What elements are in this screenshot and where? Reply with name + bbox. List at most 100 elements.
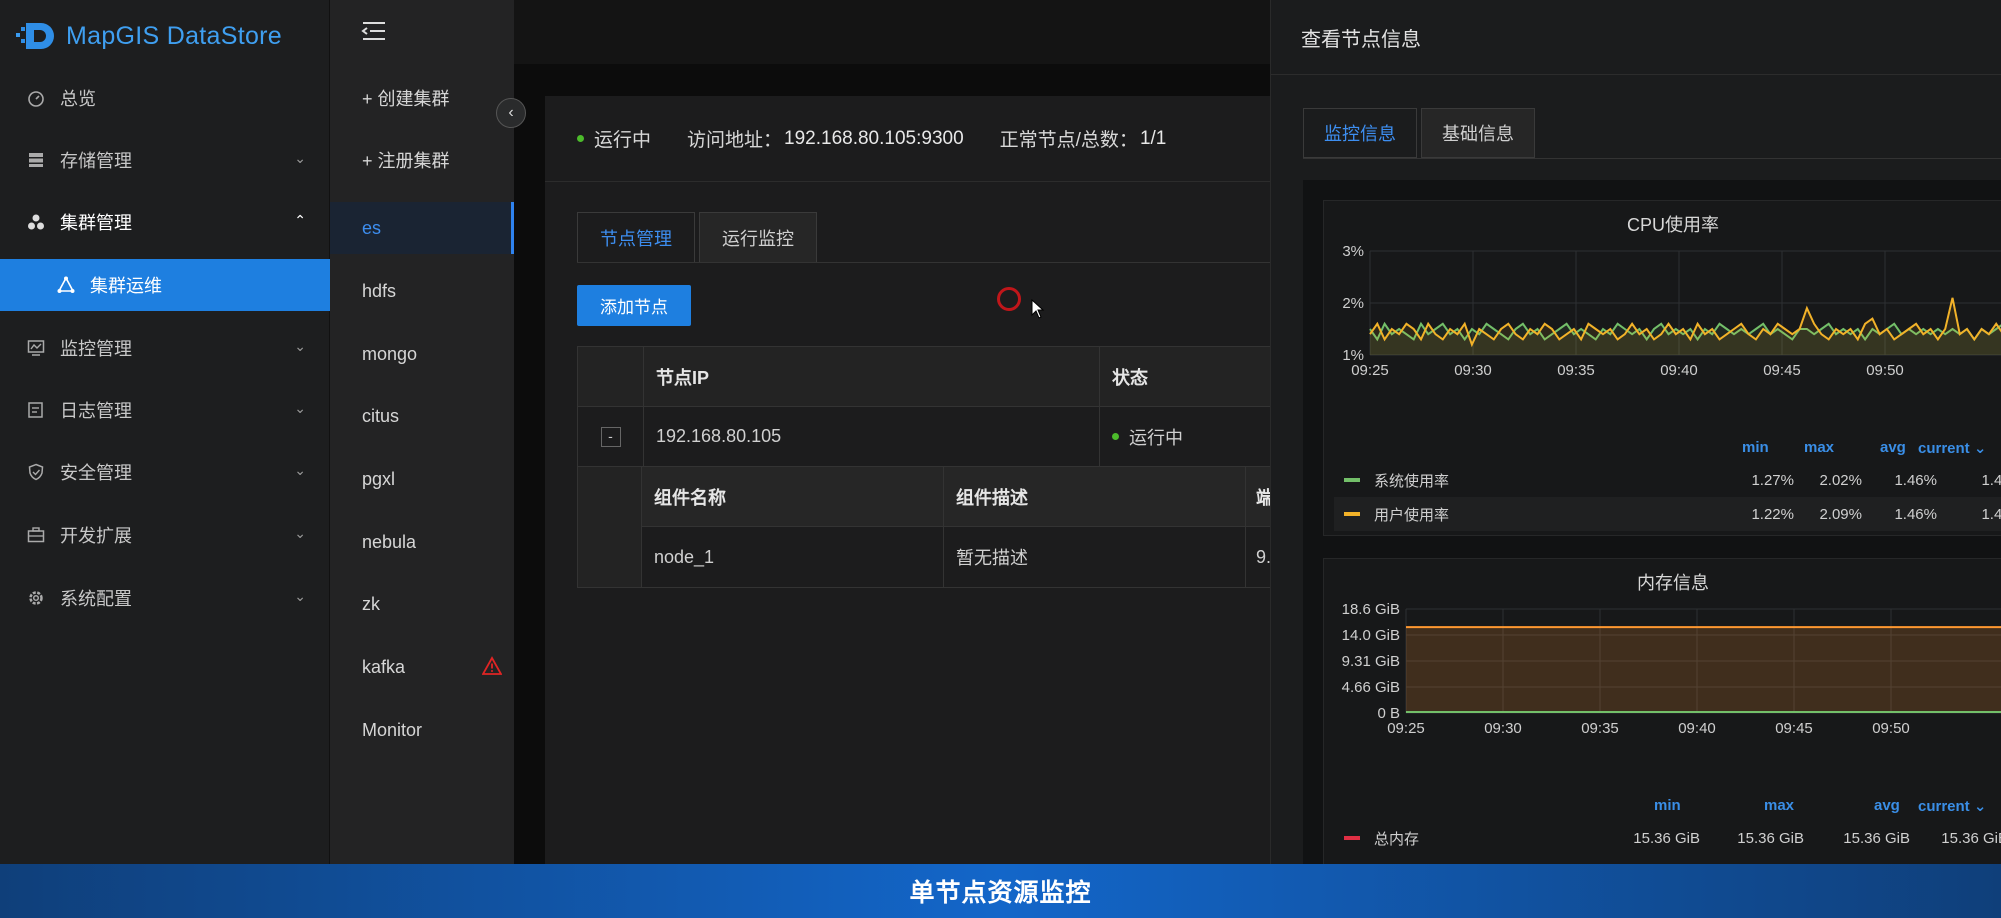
x-tick-label: 09:50 (1866, 362, 1904, 379)
video-caption: 单节点资源监控 (0, 864, 2001, 918)
tab-run-monitor[interactable]: 运行监控 (699, 212, 817, 262)
legend-swatch (1344, 836, 1360, 840)
gear-icon (26, 588, 46, 608)
legend-current: 1.40% (1981, 505, 2001, 523)
sidebar-item-log[interactable]: 日志管理 ⌄ (0, 384, 330, 436)
sidebar-item-storage[interactable]: 存储管理 ⌄ (0, 134, 330, 186)
legend-row[interactable]: 总内存 15.36 GiB 15.36 GiB 15.36 GiB 15.36 … (1334, 821, 2001, 855)
cluster-item-label: kafka (362, 656, 406, 677)
create-cluster-button[interactable]: + 创建集群 (330, 72, 514, 124)
sidebar-item-label: 监控管理 (60, 339, 132, 359)
column-header-component-name: 组件名称 (642, 467, 944, 526)
tab-node-management[interactable]: 节点管理 (577, 212, 695, 262)
column-header-component-desc: 组件描述 (944, 467, 1246, 526)
legend-avg: 1.46% (1894, 505, 1937, 523)
node-ip-cell: 192.168.80.105 (644, 407, 1100, 466)
node-count-value: 1/1 (1139, 127, 1167, 149)
cluster-item-hdfs[interactable]: hdfs (330, 265, 514, 317)
click-indicator (997, 287, 1021, 311)
log-icon (26, 400, 46, 420)
chevron-down-icon: ⌄ (294, 588, 306, 604)
register-cluster-button[interactable]: + 注册集群 (330, 134, 514, 186)
legend-min: 15.36 GiB (1633, 829, 1700, 847)
legend-current: 1.44% (1981, 471, 2001, 489)
sidebar-item-label: 总览 (60, 89, 96, 109)
sidebar-item-overview[interactable]: 总览 (0, 72, 330, 124)
sidebar-item-dev[interactable]: 开发扩展 ⌄ (0, 509, 330, 561)
cpu-panel-title: CPU使用率 (1626, 215, 1719, 235)
main-content: 运行中 访问地址： 192.168.80.105:9300 正常节点/总数： 1/1… (545, 96, 1275, 918)
legend-avg: 15.36 GiB (1843, 829, 1910, 847)
legend-row[interactable]: 系统使用率 1.27% 2.02% 1.46% 1.44% (1334, 463, 2001, 497)
collapse-row-button[interactable]: - (600, 426, 621, 447)
logo-text: MapGIS DataStore (66, 21, 283, 50)
chevron-down-icon: ⌄ (294, 338, 306, 354)
subtable-header: 组件名称 组件描述 端 (642, 467, 1274, 527)
legend-swatch (1344, 512, 1360, 516)
component-name-cell: node_1 (642, 527, 944, 587)
legend-swatch (1344, 478, 1360, 482)
menu-toggle-icon[interactable] (361, 20, 387, 42)
cluster-item-es[interactable]: es (330, 202, 514, 254)
x-tick-label: 09:25 (1387, 720, 1425, 737)
cluster-list: + 创建集群 + 注册集群 es hdfs mongo citus pgxl n… (330, 0, 514, 918)
legend-min: 1.22% (1751, 505, 1794, 523)
status-text: 运行中 (594, 130, 652, 151)
component-desc-cell: 暂无描述 (944, 527, 1246, 587)
logo-icon (16, 21, 60, 51)
table-row: node_1 暂无描述 9. (642, 527, 1274, 587)
node-state-cell: 运行中 (1100, 407, 1274, 466)
x-tick-label: 09:45 (1775, 720, 1813, 737)
cluster-item-pgxl[interactable]: pgxl (330, 453, 514, 505)
node-count: 正常节点/总数： 1/1 (1000, 125, 1167, 152)
subtable-grid: 组件名称 组件描述 端 node_1 暂无描述 9. (642, 467, 1274, 587)
monitor-icon (26, 338, 46, 358)
x-tick-label: 09:50 (1872, 720, 1910, 737)
drawer-title: 查看节点信息 (1271, 0, 2001, 75)
chevron-up-icon: ⌃ (294, 212, 306, 228)
legend-header-current: current ⌄ (1918, 440, 1987, 457)
cluster-item-kafka[interactable]: kafka (330, 641, 514, 693)
legend-header-min: min (1654, 797, 1681, 814)
chevron-down-icon: ⌄ (294, 462, 306, 478)
access-address-label: 访问地址： (687, 130, 783, 151)
component-subtable: 组件名称 组件描述 端 node_1 暂无描述 9. (578, 467, 1274, 587)
x-tick-label: 09:40 (1660, 362, 1698, 379)
sidebar-item-settings[interactable]: 系统配置 ⌄ (0, 572, 330, 624)
sidebar-item-monitor[interactable]: 监控管理 ⌄ (0, 322, 330, 374)
drawer-tabs-divider (1303, 158, 2001, 159)
tab-monitor-info[interactable]: 监控信息 (1303, 108, 1417, 158)
y-tick-label: 14.0 GiB (1342, 627, 1400, 644)
cluster-ops-icon (56, 275, 76, 295)
cluster-icon (26, 212, 46, 232)
storage-icon (26, 150, 46, 170)
table-row: - 192.168.80.105 运行中 (578, 407, 1274, 467)
cluster-item-nebula[interactable]: nebula (330, 516, 514, 568)
sidebar-item-cluster-ops[interactable]: 集群运维 (0, 259, 330, 311)
access-address: 访问地址： 192.168.80.105:9300 (687, 125, 964, 152)
legend-header-avg: avg (1874, 797, 1900, 814)
tabs-divider (577, 262, 1275, 263)
status-badge: 运行中 (577, 125, 651, 152)
cluster-item-mongo[interactable]: mongo (330, 328, 514, 380)
cluster-item-monitor[interactable]: Monitor (330, 704, 514, 756)
collapse-panel-button[interactable]: ‹ (496, 98, 526, 128)
sidebar-item-cluster[interactable]: 集群管理 ⌃ (0, 196, 330, 248)
status-dot (1112, 433, 1119, 440)
legend-row[interactable]: 用户使用率 1.22% 2.09% 1.46% 1.40% (1334, 497, 2001, 531)
cluster-item-zk[interactable]: zk (330, 578, 514, 630)
legend-header-avg: avg (1880, 439, 1906, 456)
expand-cell: - (578, 407, 644, 466)
sidebar-item-security[interactable]: 安全管理 ⌄ (0, 446, 330, 498)
cluster-item-citus[interactable]: citus (330, 390, 514, 442)
legend-current: 15.36 GiB (1941, 829, 2001, 847)
add-node-button[interactable]: 添加节点 (577, 285, 691, 326)
tab-basic-info[interactable]: 基础信息 (1421, 108, 1535, 158)
legend-series-name: 系统使用率 (1374, 472, 1450, 490)
drawer-tabs: 监控信息 基础信息 (1303, 108, 1539, 158)
series-area (1406, 627, 2001, 713)
legend-series-name: 总内存 (1374, 830, 1420, 848)
x-tick-label: 09:30 (1454, 362, 1492, 379)
table-header: 节点IP 状态 (578, 347, 1274, 407)
warning-icon (481, 656, 503, 676)
